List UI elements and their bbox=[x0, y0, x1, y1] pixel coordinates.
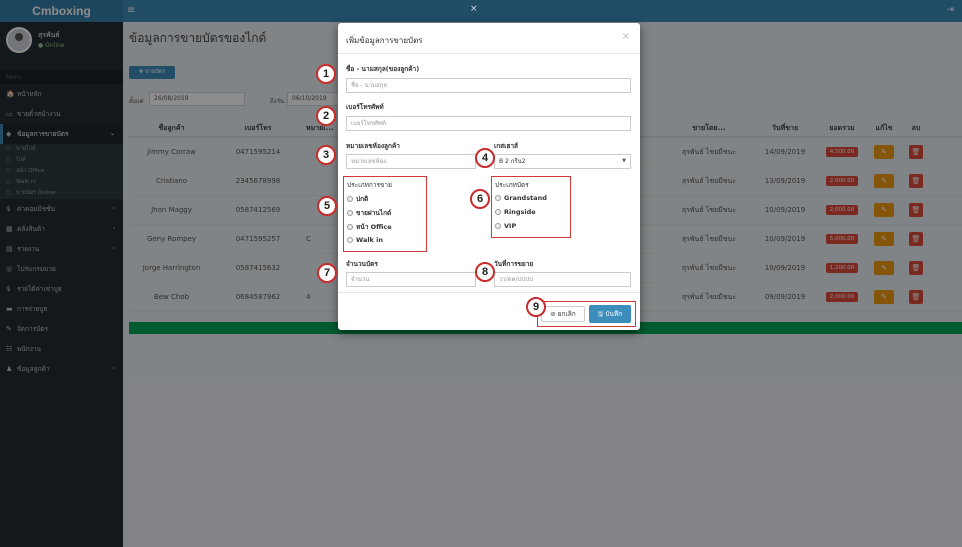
annotation-marker-4: 4 bbox=[475, 148, 495, 168]
radio-seat-ringside[interactable]: Ringside bbox=[495, 208, 536, 216]
customer-name-label: ชื่อ - นามสกุล(ของลูกค้า) bbox=[346, 65, 420, 73]
customer-name-input[interactable]: ชื่อ - นามสกุล bbox=[346, 78, 631, 93]
radio-seat-vip[interactable]: VIP bbox=[495, 222, 516, 230]
phone-label: เบอร์โทรศัพท์ bbox=[346, 103, 384, 111]
sale-date-label: วันที่การขยาย bbox=[494, 260, 534, 268]
radio-label: Walk in bbox=[356, 236, 383, 244]
annotation-marker-6: 6 bbox=[470, 189, 490, 209]
guesthouse-selected-value: B 2 กรีน2 bbox=[499, 158, 526, 165]
radio-icon bbox=[347, 237, 353, 243]
phone-input[interactable]: เบอร์โทรศัพท์ bbox=[346, 116, 631, 131]
modal-close-icon[interactable]: × bbox=[622, 31, 630, 42]
radio-label: Grandstand bbox=[504, 194, 547, 202]
radio-icon bbox=[495, 223, 501, 229]
radio-label: หน้า Office bbox=[356, 223, 392, 231]
guesthouse-label: เกสเฮาส์ bbox=[494, 142, 518, 150]
modal-title: เพิ่มข้อมูลการขายบัตร bbox=[346, 36, 423, 45]
radio-seat-grandstand[interactable]: Grandstand bbox=[495, 194, 547, 202]
radio-label: Ringside bbox=[504, 208, 536, 216]
cancel-button[interactable]: ⊘ ยกเลิก bbox=[541, 306, 585, 322]
chevron-down-icon: ▼ bbox=[622, 158, 626, 164]
room-number-input[interactable]: หมายเลขห้อง bbox=[346, 154, 476, 169]
room-number-label: หมายเลขห้องลูกค้า bbox=[346, 142, 400, 150]
radio-sale-normal[interactable]: ปกติ bbox=[347, 194, 368, 204]
radio-label: VIP bbox=[504, 222, 517, 230]
annotation-marker-9: 9 bbox=[526, 297, 546, 317]
radio-label: ปกติ bbox=[356, 195, 369, 203]
radio-sale-office[interactable]: หน้า Office bbox=[347, 222, 392, 232]
ticket-qty-label: จำนวนบัตร bbox=[346, 260, 378, 268]
annotation-marker-3: 3 bbox=[316, 145, 336, 165]
add-sale-modal: เพิ่มข้อมูลการขายบัตร × ชื่อ - นามสกุล(ข… bbox=[338, 23, 640, 330]
guesthouse-select[interactable]: B 2 กรีน2 ▼ bbox=[494, 154, 631, 169]
radio-sale-guide[interactable]: ขายผ่านไกด์ bbox=[347, 208, 391, 218]
save-button[interactable]: 🖫 บันทึก bbox=[589, 305, 631, 323]
radio-icon bbox=[347, 224, 353, 230]
annotation-marker-1: 1 bbox=[316, 64, 336, 84]
sale-date-input[interactable]: วว/ดด/ปปปป bbox=[494, 272, 631, 287]
annotation-marker-2: 2 bbox=[316, 106, 336, 126]
radio-icon bbox=[347, 196, 353, 202]
radio-sale-walkin[interactable]: Walk in bbox=[347, 236, 383, 244]
radio-icon bbox=[495, 195, 501, 201]
radio-icon bbox=[495, 209, 501, 215]
annotation-marker-8: 8 bbox=[475, 262, 495, 282]
annotation-marker-7: 7 bbox=[317, 263, 337, 283]
radio-icon bbox=[347, 210, 353, 216]
ticket-qty-input[interactable]: จำนวน bbox=[346, 272, 476, 287]
seat-type-label: ประเภทบัตร bbox=[495, 181, 529, 189]
close-icon[interactable]: × bbox=[470, 4, 478, 14]
radio-label: ขายผ่านไกด์ bbox=[356, 209, 392, 217]
annotation-marker-5: 5 bbox=[317, 196, 337, 216]
sale-type-label: ประเภทการขาย bbox=[347, 181, 392, 189]
